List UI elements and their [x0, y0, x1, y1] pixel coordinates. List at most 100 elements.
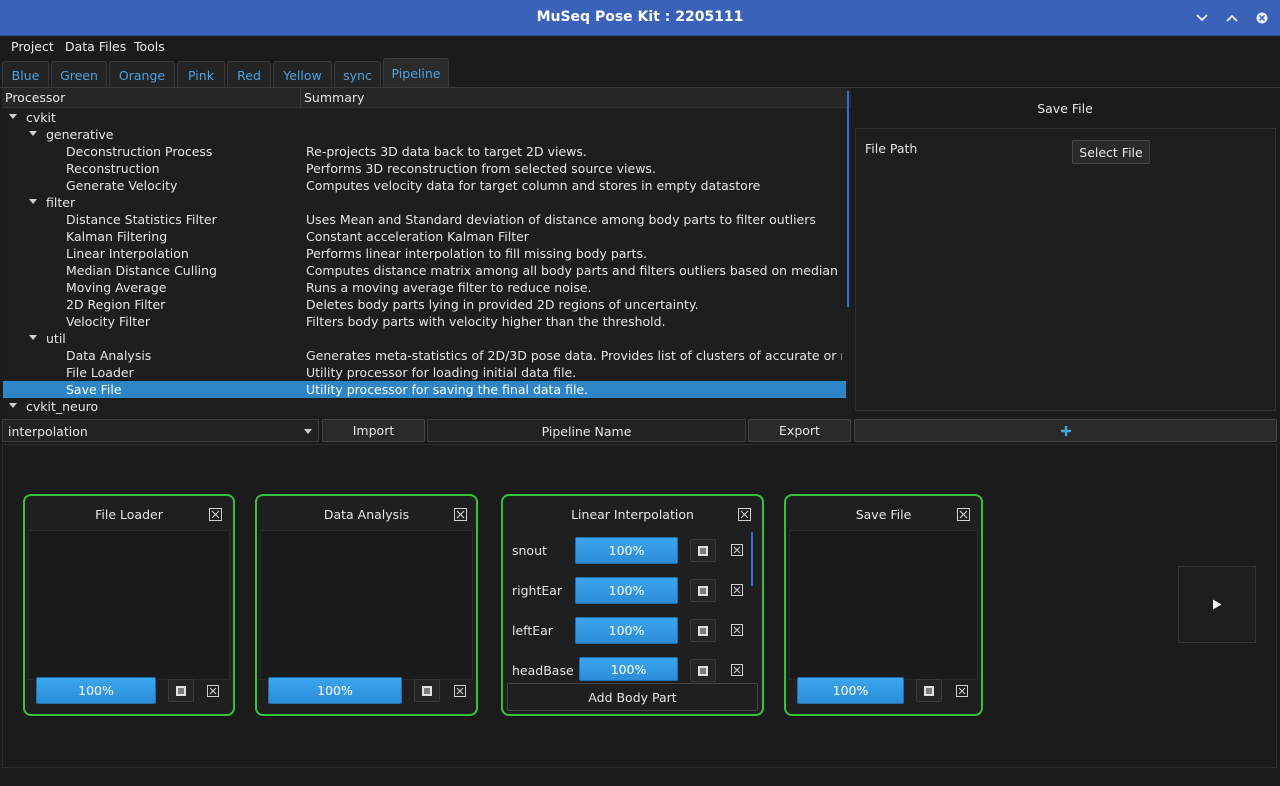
tree-row-file-loader[interactable]: File Loader Utility processor for loadin…: [3, 364, 846, 381]
settings-panel-title: Save File: [1037, 101, 1093, 116]
menu-bar: Project Data Files Tools: [0, 36, 1280, 58]
tab-bar: Blue Green Orange Pink Red Yellow sync P…: [0, 58, 1280, 88]
progress-bar: 100%: [36, 677, 156, 704]
file-path-label: File Path: [865, 141, 918, 156]
details-button[interactable]: [168, 679, 194, 702]
node-data-analysis[interactable]: Data Analysis 100%: [255, 494, 478, 716]
close-icon[interactable]: [454, 508, 467, 521]
title-bar: MuSeq Pose Kit : 2205111: [0, 0, 1280, 36]
tree-row-data-analysis[interactable]: Data Analysis Generates meta-statistics …: [3, 347, 846, 364]
menu-tools[interactable]: Tools: [134, 39, 165, 54]
remove-icon[interactable]: [454, 685, 466, 697]
details-button[interactable]: [690, 619, 716, 642]
chevron-down-icon: [1196, 14, 1208, 22]
tree-row-velocity-filter[interactable]: Velocity Filter Filters body parts with …: [3, 313, 846, 330]
document-icon: [698, 665, 708, 676]
tree-row-2d-region-filter[interactable]: 2D Region Filter Deletes body parts lyin…: [3, 296, 846, 313]
node-title: Data Analysis: [323, 507, 410, 522]
node-file-loader[interactable]: File Loader 100%: [23, 494, 235, 716]
chevron-down-icon: [304, 429, 312, 434]
tree-row-deconstruction-process[interactable]: Deconstruction Process Re-projects 3D da…: [3, 143, 846, 160]
node-save-file[interactable]: Save File 100%: [784, 494, 983, 716]
tree-row-save-file[interactable]: Save File Utility processor for saving t…: [3, 381, 846, 398]
progress-bar: 100%: [575, 617, 678, 644]
tab-orange[interactable]: Orange: [109, 61, 175, 88]
remove-icon[interactable]: [731, 664, 743, 676]
tree-header: Processor Summary: [2, 88, 851, 108]
document-icon: [176, 685, 186, 696]
minimize-button[interactable]: [1192, 8, 1212, 28]
window-title: MuSeq Pose Kit : 2205111: [536, 9, 744, 25]
header-summary[interactable]: Summary: [304, 90, 364, 105]
settings-panel: File Path Select File: [855, 128, 1276, 411]
tree-row-cvkit[interactable]: cvkit: [3, 109, 846, 126]
tree-row-kalman-filtering[interactable]: Kalman Filtering Constant acceleration K…: [3, 228, 846, 245]
tree-scrollbar[interactable]: [847, 91, 849, 307]
details-button[interactable]: [916, 679, 942, 702]
document-icon: [924, 685, 934, 696]
expand-arrow-icon[interactable]: [29, 131, 37, 136]
tree-row-generative[interactable]: generative: [3, 126, 846, 143]
select-file-button[interactable]: Select File: [1072, 140, 1150, 164]
tree-row-distance-statistics-filter[interactable]: Distance Statistics Filter Uses Mean and…: [3, 211, 846, 228]
details-button[interactable]: [690, 659, 716, 682]
header-separator[interactable]: [300, 88, 301, 108]
run-pipeline-button[interactable]: [1178, 566, 1256, 643]
tab-blue[interactable]: Blue: [2, 61, 49, 88]
details-button[interactable]: [690, 579, 716, 602]
remove-icon[interactable]: [207, 685, 219, 697]
progress-bar: 100%: [797, 677, 904, 704]
node-linear-interpolation[interactable]: Linear Interpolation snout 100% rightEar…: [501, 494, 764, 716]
expand-arrow-icon[interactable]: [29, 335, 37, 340]
expand-arrow-icon[interactable]: [9, 403, 17, 408]
document-icon: [698, 625, 708, 636]
menu-data-files[interactable]: Data Files: [65, 39, 126, 54]
tree-row-median-distance-culling[interactable]: Median Distance Culling Computes distanc…: [3, 262, 846, 279]
tab-green[interactable]: Green: [51, 61, 107, 88]
remove-icon[interactable]: [731, 624, 743, 636]
close-icon[interactable]: [957, 508, 970, 521]
expand-arrow-icon[interactable]: [9, 114, 17, 119]
tree-row-linear-interpolation[interactable]: Linear Interpolation Performs linear int…: [3, 245, 846, 262]
close-icon[interactable]: [738, 508, 751, 521]
progress-bar: 100%: [575, 577, 678, 604]
tab-yellow[interactable]: Yellow: [273, 61, 332, 88]
tree-row-util[interactable]: util: [3, 330, 846, 347]
details-button[interactable]: [414, 679, 440, 702]
expand-arrow-icon[interactable]: [29, 199, 37, 204]
details-button[interactable]: [690, 539, 716, 562]
plus-icon: [1060, 425, 1071, 436]
import-button[interactable]: Import: [322, 419, 425, 442]
tab-pink[interactable]: Pink: [177, 61, 225, 88]
document-icon: [698, 545, 708, 556]
tree-row-cvkit-neuro[interactable]: cvkit_neuro: [3, 398, 846, 415]
processor-tree[interactable]: Processor Summary cvkit generative Decon…: [2, 88, 851, 416]
add-body-part-button[interactable]: Add Body Part: [507, 683, 758, 711]
node-title: Linear Interpolation: [571, 507, 694, 522]
tree-row-generate-velocity[interactable]: Generate Velocity Computes velocity data…: [3, 177, 846, 194]
node-body: [28, 530, 230, 680]
pipeline-name-input[interactable]: Pipeline Name: [427, 419, 746, 442]
add-processor-button[interactable]: [854, 419, 1277, 442]
maximize-button[interactable]: [1222, 8, 1242, 28]
node-body: [260, 530, 473, 680]
remove-icon[interactable]: [731, 544, 743, 556]
close-window-button[interactable]: [1252, 8, 1272, 28]
node-title: Save File: [855, 507, 912, 522]
tree-row-reconstruction[interactable]: Reconstruction Performs 3D reconstructio…: [3, 160, 846, 177]
remove-icon[interactable]: [731, 584, 743, 596]
node-scrollbar[interactable]: [751, 532, 753, 586]
tree-row-filter[interactable]: filter: [3, 194, 846, 211]
close-icon[interactable]: [209, 508, 222, 521]
export-button[interactable]: Export: [748, 419, 851, 442]
tree-row-moving-average[interactable]: Moving Average Runs a moving average fil…: [3, 279, 846, 296]
pipeline-select[interactable]: interpolation: [2, 419, 319, 442]
remove-icon[interactable]: [956, 685, 968, 697]
header-processor[interactable]: Processor: [5, 90, 65, 105]
close-icon: [1256, 12, 1268, 24]
tab-red[interactable]: Red: [227, 61, 271, 88]
tab-sync[interactable]: sync: [334, 61, 381, 88]
tab-pipeline[interactable]: Pipeline: [383, 58, 449, 88]
body-part-label: headBase: [512, 663, 574, 678]
menu-project[interactable]: Project: [11, 39, 54, 54]
